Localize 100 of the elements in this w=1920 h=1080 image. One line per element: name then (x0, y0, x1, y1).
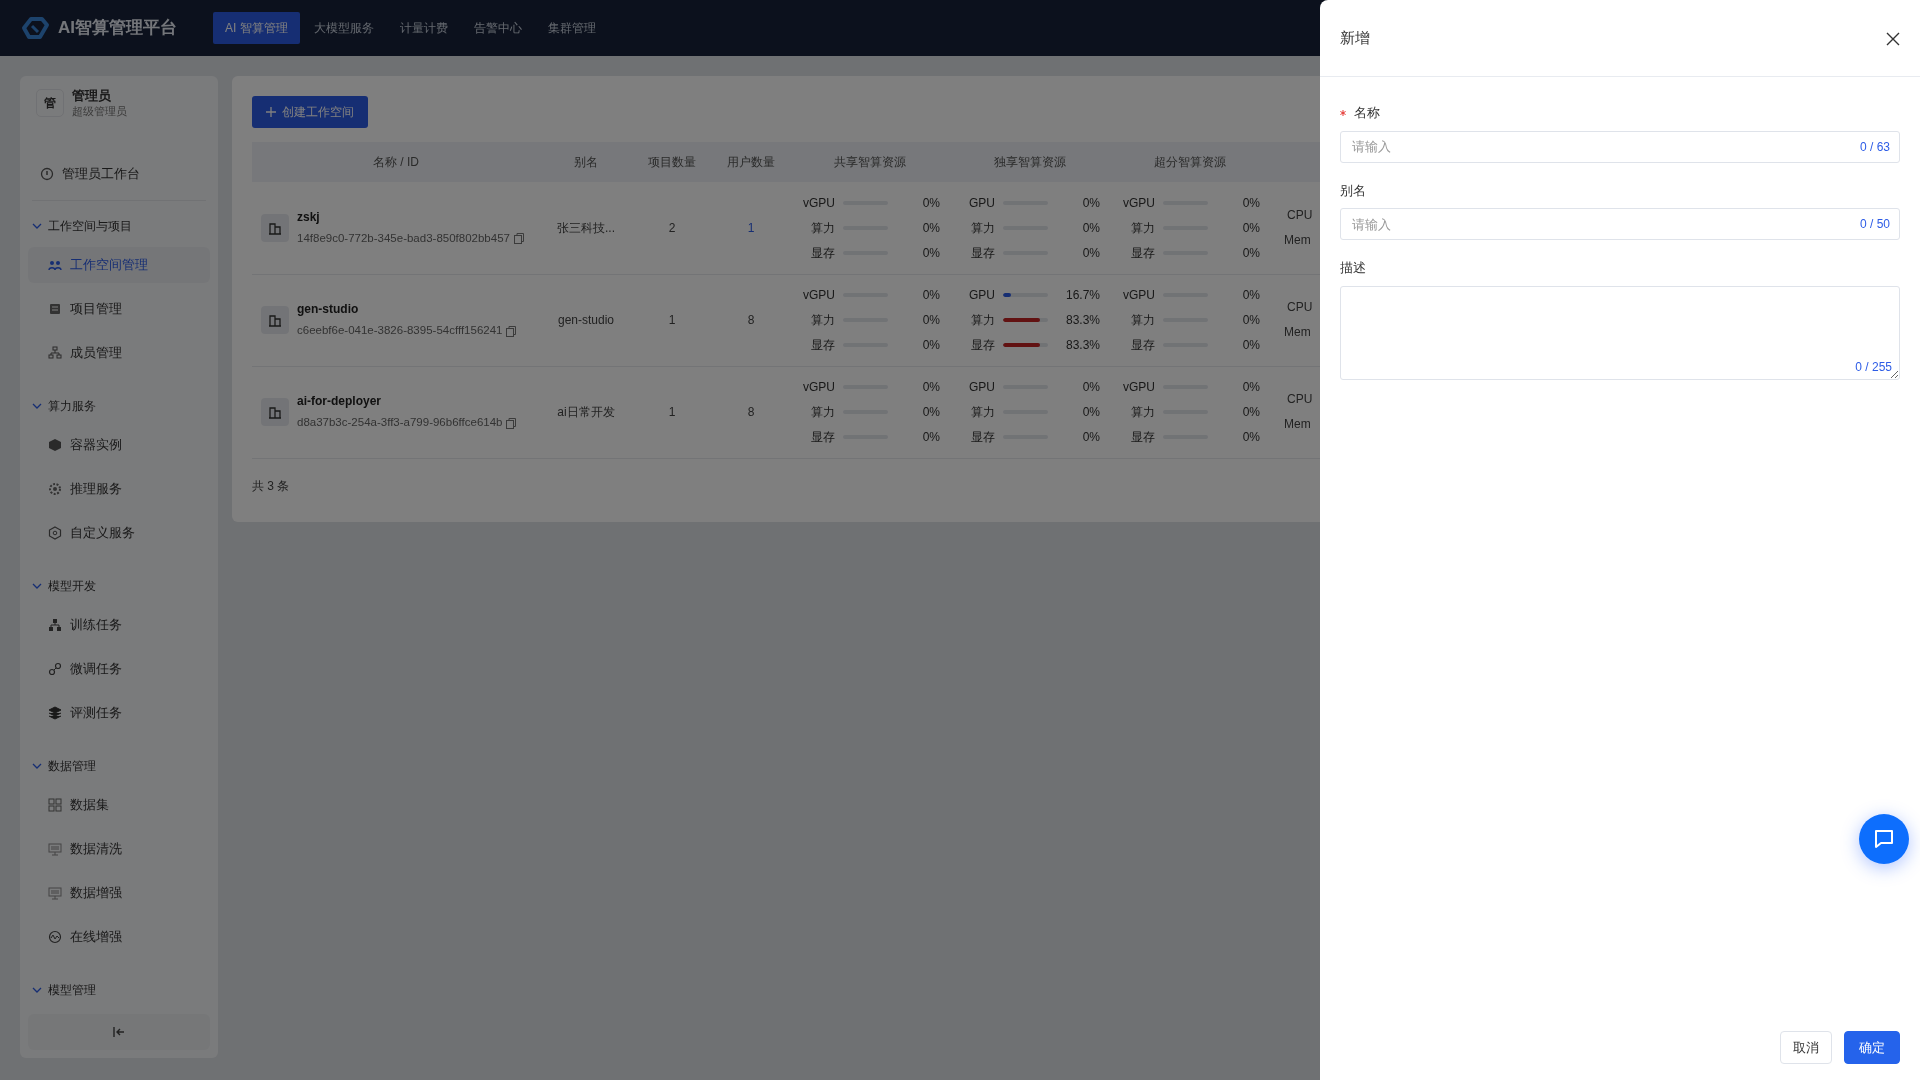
sidebar-group-header[interactable]: 工作空间与项目 (28, 211, 210, 241)
column-header: 用户数量 (712, 142, 790, 182)
sidebar-item[interactable]: 数据增强 (28, 875, 210, 911)
plus-icon (266, 107, 276, 117)
group-label: 模型管理 (48, 982, 96, 999)
sidebar-item[interactable]: 数据清洗 (28, 831, 210, 867)
char-counter: 0 / 50 (1859, 216, 1890, 233)
percent-text: 83.3% (1064, 337, 1100, 354)
copy-icon[interactable] (506, 325, 517, 337)
percent-text: 0% (1241, 379, 1260, 396)
user-count: 8 (747, 405, 755, 419)
user-name: 管理员 (72, 88, 112, 104)
nav-tab[interactable]: 告警中心 (461, 12, 534, 44)
sidebar-group-header[interactable]: 模型开发 (28, 571, 210, 601)
percent-text: 0% (1081, 194, 1100, 212)
resource-label: 算力 (810, 312, 835, 329)
sidebar-item[interactable]: 在线增强 (28, 919, 210, 955)
sidebar-group-header[interactable]: 模型管理 (28, 975, 210, 1005)
workspace-id: c6eebf6e-041e-3826-8395-54cfff156241 (297, 323, 503, 339)
description-field[interactable] (1340, 285, 1900, 380)
group-label: 数据管理 (48, 758, 96, 775)
resource-label: Mem (1284, 417, 1311, 431)
sidebar-item[interactable]: 评测任务 (28, 695, 210, 731)
sidebar-item[interactable]: 工作空间管理 (28, 247, 210, 283)
building-icon (261, 306, 289, 334)
resource-label: vGPU (802, 379, 835, 396)
resource-label: CPU (1286, 207, 1313, 222)
resource-label: 显存 (970, 429, 995, 446)
column-header: 共享智算资源 (790, 142, 950, 182)
drawer-title: 新增 (1340, 27, 1370, 48)
user-count-link[interactable]: 1 (747, 220, 755, 235)
user-avatar: 管 (36, 89, 64, 117)
resource-label: GPU (968, 194, 995, 212)
resource-label: 显存 (810, 244, 835, 262)
sidebar-item[interactable]: 容器实例 (28, 427, 210, 463)
create-workspace-button[interactable]: 创建工作空间 (252, 96, 368, 128)
group-label: 工作空间与项目 (48, 218, 132, 235)
field-label: 名称 (1354, 104, 1380, 122)
resource-label: GPU (968, 379, 995, 396)
percent-text: 0% (1081, 244, 1100, 262)
resource-label: 显存 (810, 429, 835, 446)
sidebar-item-label: 评测任务 (70, 704, 122, 723)
percent-text: 0% (1081, 404, 1100, 421)
sidebar-item-label: 推理服务 (70, 480, 122, 499)
sidebar-item-label: 训练任务 (70, 616, 122, 635)
percent-text: 83.3% (1064, 312, 1100, 329)
sidebar-item[interactable]: 训练任务 (28, 607, 210, 643)
sidebar-item[interactable]: 项目管理 (28, 291, 210, 327)
chat-icon (1873, 828, 1895, 850)
project-count: 2 (668, 220, 676, 235)
cancel-button[interactable]: 取消 (1780, 1030, 1832, 1064)
sidebar-item[interactable]: 推理服务 (28, 471, 210, 507)
nav-tab[interactable]: 大模型服务 (301, 12, 386, 44)
total-count: 共 3 条 (252, 477, 290, 495)
sidebar-item-label: 工作空间管理 (70, 256, 148, 275)
column-header: 项目数量 (632, 142, 712, 182)
workspace-name: ai-for-deployer (297, 393, 382, 411)
copy-icon[interactable] (506, 417, 517, 429)
percent-text: 0% (1241, 312, 1260, 329)
resource-label: Mem (1284, 232, 1311, 247)
sidebar-item[interactable]: 自定义服务 (28, 515, 210, 551)
workspace-id: d8a37b3c-254a-3ff3-a799-96b6ffce614b (297, 415, 503, 431)
percent-text: 0% (1241, 404, 1260, 421)
nav-tab[interactable]: AI 智算管理 (213, 12, 300, 44)
column-header: 独享智算资源 (950, 142, 1110, 182)
sidebar-item[interactable]: 成员管理 (28, 335, 210, 371)
sidebar-group-header[interactable]: 算力服务 (28, 391, 210, 421)
resource-label: 算力 (1130, 219, 1155, 237)
nav-tab[interactable]: 集群管理 (535, 12, 608, 44)
percent-text: 0% (921, 379, 940, 396)
hierarchy-icon (48, 346, 62, 360)
gear-icon (48, 482, 62, 496)
resource-label: vGPU (802, 287, 835, 304)
alias-text: ai日常开发 (557, 405, 615, 419)
project-count: 1 (668, 313, 676, 327)
copy-icon[interactable] (513, 233, 524, 245)
confirm-button[interactable]: 确定 (1844, 1030, 1900, 1064)
layers-icon (48, 706, 62, 720)
resource-label: CPU (1286, 392, 1313, 406)
resource-label: vGPU (1122, 287, 1155, 304)
sidebar-item-label: 成员管理 (70, 344, 122, 363)
sidebar-group-header[interactable]: 数据管理 (28, 751, 210, 781)
sidebar-item[interactable]: 微调任务 (28, 651, 210, 687)
logo-icon (20, 16, 50, 40)
collapse-icon (112, 1026, 126, 1038)
resource-label: 显存 (1130, 244, 1155, 262)
nav-tab[interactable]: 计量计费 (387, 12, 460, 44)
sidebar-item[interactable]: 管理员工作台 (28, 156, 210, 192)
percent-text: 0% (921, 287, 940, 304)
alias-text: gen-studio (557, 313, 614, 327)
column-header: 超分智算资源 (1110, 142, 1270, 182)
percent-text: 0% (1241, 337, 1260, 354)
percent-text: 0% (921, 429, 940, 446)
resource-label: vGPU (1122, 379, 1155, 396)
resource-label: GPU (968, 287, 995, 304)
sidebar-item[interactable]: 数据集 (28, 787, 210, 823)
chart-icon (48, 930, 62, 944)
percent-text: 0% (921, 312, 940, 329)
nodes-icon (48, 662, 62, 676)
hexagon-icon (48, 526, 62, 540)
